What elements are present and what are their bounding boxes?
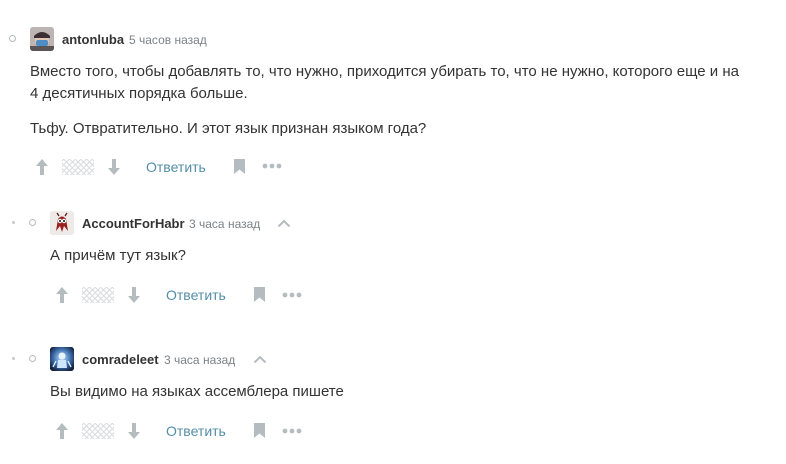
avatar-robot-icon xyxy=(50,347,74,371)
username[interactable]: comradeleet xyxy=(82,352,159,368)
bookmark-icon[interactable] xyxy=(253,422,266,439)
arrow-down-icon[interactable] xyxy=(107,158,121,176)
reply-button[interactable]: Ответить xyxy=(166,422,226,440)
reply-button[interactable]: Ответить xyxy=(166,286,226,304)
chevron-up-icon[interactable] xyxy=(277,219,291,228)
comment-paragraph: Тьфу. Отвратительно. И этот язык признан… xyxy=(30,120,427,137)
avatar[interactable] xyxy=(30,27,54,51)
comment-paragraph: А причём тут язык? xyxy=(50,247,186,264)
more-dots-icon[interactable] xyxy=(282,292,302,298)
arrow-up-icon[interactable] xyxy=(55,286,69,304)
thread-level-dot xyxy=(12,221,15,224)
bookmark-icon[interactable] xyxy=(233,158,246,175)
timestamp[interactable]: 3 часа назад xyxy=(164,352,235,368)
timestamp[interactable]: 3 часа назад xyxy=(189,216,260,232)
bookmark-icon[interactable] xyxy=(253,286,266,303)
thread-marker xyxy=(29,355,36,362)
avatar-red-creature-icon xyxy=(50,211,74,235)
avatar[interactable] xyxy=(50,211,74,235)
arrow-down-icon[interactable] xyxy=(127,422,141,440)
chevron-up-icon[interactable] xyxy=(253,355,267,364)
vote-score xyxy=(82,287,114,303)
arrow-up-icon[interactable] xyxy=(55,422,69,440)
timestamp[interactable]: 5 часов назад xyxy=(129,32,207,48)
more-dots-icon[interactable] xyxy=(282,428,302,434)
vote-score xyxy=(62,159,94,175)
avatar[interactable] xyxy=(50,347,74,371)
reply-button[interactable]: Ответить xyxy=(146,158,206,176)
username[interactable]: antonluba xyxy=(62,32,124,48)
username[interactable]: AccountForHabr xyxy=(82,216,185,232)
vote-score xyxy=(82,423,114,439)
avatar-masked-person-icon xyxy=(30,27,54,51)
comment-paragraph: Вы видимо на языках ассемблера пишете xyxy=(50,383,344,400)
thread-marker xyxy=(9,35,16,42)
arrow-up-icon[interactable] xyxy=(35,158,49,176)
thread-level-dot xyxy=(12,357,15,360)
comment-paragraph: Вместо того, чтобы добавлять то, что нуж… xyxy=(30,63,739,102)
more-dots-icon[interactable] xyxy=(262,163,282,169)
thread-marker xyxy=(29,219,36,226)
arrow-down-icon[interactable] xyxy=(127,286,141,304)
